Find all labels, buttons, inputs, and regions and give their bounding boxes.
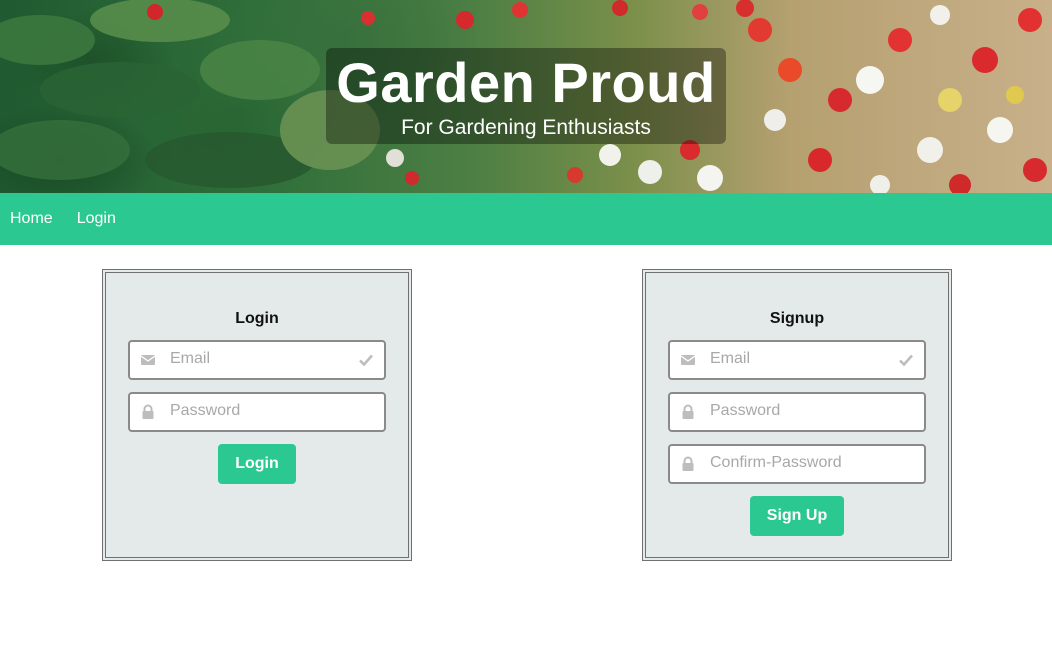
hero-banner: Garden Proud For Gardening Enthusiasts <box>0 0 1052 193</box>
signup-password-input[interactable] <box>710 394 910 428</box>
navbar: Home Login <box>0 193 1052 245</box>
hero-title-box: Garden Proud For Gardening Enthusiasts <box>326 48 726 144</box>
nav-link-home[interactable]: Home <box>10 210 53 228</box>
signup-email-field <box>668 340 926 380</box>
checkmark-icon <box>359 354 373 367</box>
signup-email-input[interactable] <box>710 342 910 376</box>
login-button[interactable]: Login <box>218 444 296 484</box>
login-title: Login <box>235 310 279 327</box>
lock-icon <box>682 456 694 471</box>
signup-confirm-password-input[interactable] <box>710 446 910 480</box>
site-title: Garden Proud <box>336 51 716 114</box>
signup-confirm-password-field <box>668 444 926 484</box>
nav-link-login[interactable]: Login <box>77 210 116 228</box>
lock-icon <box>682 404 694 419</box>
envelope-icon <box>140 355 156 365</box>
login-password-field <box>128 392 386 432</box>
signup-title: Signup <box>769 310 825 327</box>
signup-password-field <box>668 392 926 432</box>
envelope-icon <box>680 355 696 365</box>
login-password-input[interactable] <box>170 394 370 428</box>
login-email-field <box>128 340 386 380</box>
signup-button[interactable]: Sign Up <box>749 496 845 536</box>
lock-icon <box>142 404 154 419</box>
checkmark-icon <box>899 354 913 367</box>
signup-panel: Signup Sign Up <box>642 269 952 561</box>
site-subtitle: For Gardening Enthusiasts <box>401 116 651 139</box>
login-email-input[interactable] <box>170 342 370 376</box>
login-panel: Login Login <box>102 269 412 561</box>
